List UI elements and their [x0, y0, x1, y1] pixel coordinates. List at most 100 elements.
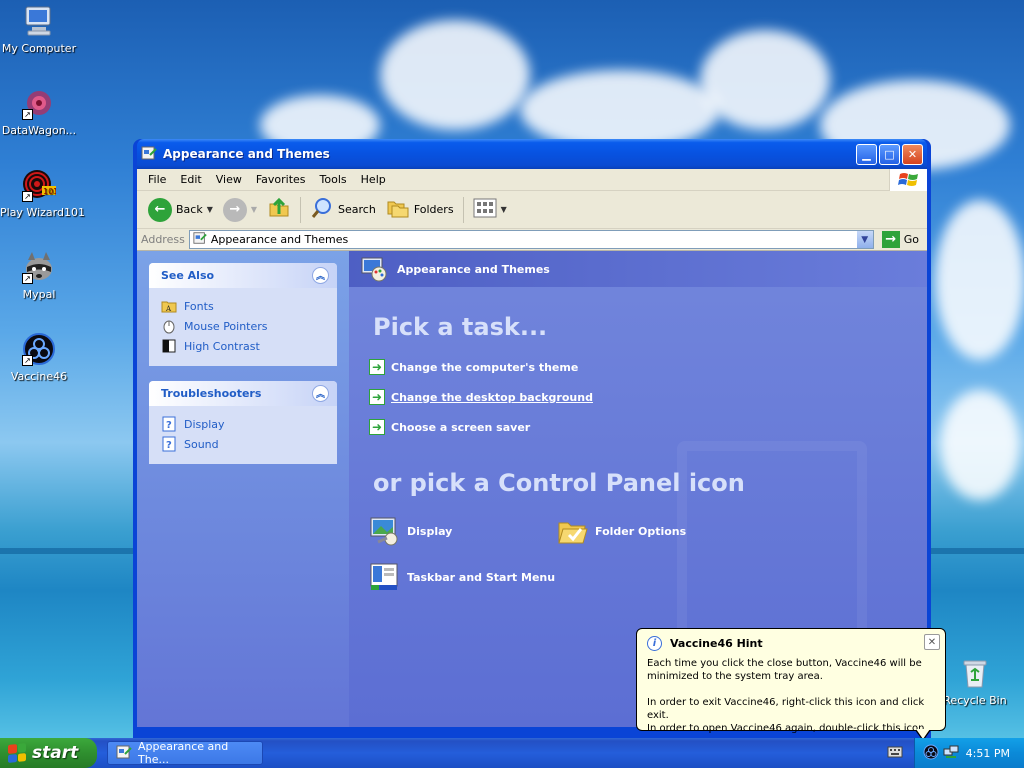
- display-icon: [369, 515, 401, 547]
- troubleshooters-panel: Troubleshooters ︽ ? Display ? Sound: [149, 381, 337, 464]
- see-also-panel: See Also ︽ A Fonts Mouse Pointers High C…: [149, 263, 337, 366]
- taskbar: start Appearance and The... 4:51 PM: [0, 738, 1024, 768]
- folders-button[interactable]: Folders: [381, 194, 459, 226]
- cp-icon-display[interactable]: Display: [369, 515, 452, 547]
- link-label: Mouse Pointers: [184, 319, 268, 333]
- desktop-icon-mypal[interactable]: ↗ Mypal: [0, 250, 78, 301]
- task-choose-screen-saver[interactable]: ➜ Choose a screen saver: [369, 419, 530, 435]
- maximize-button[interactable]: □: [879, 143, 900, 165]
- views-button[interactable]: ▼: [468, 194, 512, 226]
- clock[interactable]: 4:51 PM: [966, 747, 1010, 760]
- forward-button[interactable]: → ▼: [218, 194, 262, 226]
- menu-favorites[interactable]: Favorites: [249, 173, 313, 186]
- views-dropdown-icon: ▼: [500, 205, 507, 214]
- back-arrow-icon: ←: [148, 197, 172, 222]
- task-change-theme[interactable]: ➜ Change the computer's theme: [369, 359, 578, 375]
- svg-text:101: 101: [43, 187, 56, 196]
- collapse-chevron-icon[interactable]: ︽: [312, 267, 329, 284]
- link-troubleshoot-display[interactable]: ? Display: [161, 414, 325, 434]
- task-label: Choose a screen saver: [391, 420, 531, 434]
- task-pane: See Also ︽ A Fonts Mouse Pointers High C…: [137, 251, 349, 727]
- desktop-icon-wizard101[interactable]: 101 ↗ Play Wizard101: [0, 168, 85, 219]
- minimize-button[interactable]: ▁: [856, 143, 877, 165]
- contrast-icon: [161, 338, 177, 354]
- link-troubleshoot-sound[interactable]: ? Sound: [161, 434, 325, 454]
- collapse-chevron-icon[interactable]: ︽: [312, 385, 329, 402]
- back-dropdown-icon[interactable]: ▼: [207, 205, 213, 214]
- shortcut-arrow-icon: ↗: [22, 191, 33, 202]
- desktop-icon-recycle-bin[interactable]: Recycle Bin: [936, 656, 1014, 707]
- balloon-text-line3: In order to open Vaccine46 again, double…: [647, 723, 928, 734]
- start-label: start: [32, 743, 79, 763]
- balloon-title: Vaccine46 Hint: [670, 637, 763, 650]
- menu-help[interactable]: Help: [354, 173, 393, 186]
- cloud: [935, 200, 1024, 360]
- windows-flag-icon: [8, 743, 26, 763]
- desktop-icon-my-computer[interactable]: My Computer: [0, 4, 78, 55]
- cloud: [940, 390, 1020, 500]
- taskbar-button-appearance-themes[interactable]: Appearance and The...: [107, 740, 263, 766]
- cp-icon-folder-options[interactable]: Folder Options: [557, 515, 686, 547]
- link-high-contrast[interactable]: High Contrast: [161, 336, 325, 356]
- close-button[interactable]: ✕: [902, 143, 923, 165]
- balloon-close-button[interactable]: ✕: [924, 634, 940, 650]
- help-icon: ?: [161, 436, 177, 452]
- desktop-icon-vaccine46[interactable]: ↗ Vaccine46: [0, 332, 78, 383]
- folders-label: Folders: [413, 203, 454, 216]
- system-tray: 4:51 PM: [914, 738, 1024, 768]
- taskbar-icon: [369, 561, 401, 593]
- views-icon: [473, 197, 497, 222]
- go-button[interactable]: → Go: [878, 231, 923, 248]
- svg-text:?: ?: [166, 420, 172, 431]
- network-tray-icon[interactable]: [943, 744, 959, 763]
- back-button[interactable]: ← Back ▼: [143, 194, 218, 226]
- keyboard-language-icon[interactable]: [887, 745, 903, 759]
- link-mouse-pointers[interactable]: Mouse Pointers: [161, 316, 325, 336]
- toolbar: ← Back ▼ → ▼ Search Folders ▼: [137, 191, 927, 229]
- search-label: Search: [338, 203, 376, 216]
- window-title: Appearance and Themes: [163, 147, 330, 161]
- vaccine46-tray-icon[interactable]: [923, 744, 939, 763]
- up-button[interactable]: [262, 194, 296, 226]
- menu-tools[interactable]: Tools: [313, 173, 354, 186]
- see-also-header[interactable]: See Also ︽: [149, 263, 337, 288]
- desktop-icon-label: Play Wizard101: [0, 206, 85, 219]
- cp-icon-taskbar-start-menu[interactable]: Taskbar and Start Menu: [369, 561, 555, 593]
- forward-arrow-icon: →: [222, 197, 247, 222]
- menu-bar: File Edit View Favorites Tools Help: [137, 169, 927, 191]
- recycle-bin-icon: [958, 656, 992, 690]
- desktop-icon-datawagon[interactable]: ↗ DataWagon...: [0, 86, 78, 137]
- cp-icon-label: Display: [407, 524, 453, 538]
- link-fonts[interactable]: A Fonts: [161, 296, 325, 316]
- control-panel-folder-icon: [141, 145, 157, 164]
- address-input[interactable]: Appearance and Themes ▼: [188, 230, 874, 249]
- vaccine46-hint-balloon[interactable]: i Vaccine46 Hint ✕ Each time you click t…: [636, 628, 946, 741]
- search-button[interactable]: Search: [305, 194, 381, 226]
- vaccine46-biohazard-icon: ↗: [22, 332, 56, 366]
- see-also-title: See Also: [161, 269, 215, 282]
- task-arrow-icon: ➜: [369, 389, 385, 405]
- folders-icon: [386, 196, 410, 223]
- search-icon: [310, 196, 334, 223]
- minimize-icon: ▁: [862, 147, 871, 161]
- link-label: Display: [184, 417, 225, 431]
- start-button[interactable]: start: [0, 738, 97, 768]
- svg-text:?: ?: [166, 440, 172, 451]
- title-bar[interactable]: Appearance and Themes ▁ □ ✕: [137, 139, 927, 169]
- shortcut-arrow-icon: ↗: [22, 109, 33, 120]
- go-arrow-icon: →: [881, 231, 900, 248]
- address-dropdown-icon[interactable]: ▼: [856, 231, 873, 248]
- pick-icon-heading: or pick a Control Panel icon: [373, 469, 745, 497]
- menu-file[interactable]: File: [141, 173, 173, 186]
- troubleshooters-header[interactable]: Troubleshooters ︽: [149, 381, 337, 406]
- task-change-desktop-background[interactable]: ➜ Change the desktop background: [369, 389, 593, 405]
- mypal-raccoon-icon: ↗: [22, 250, 56, 284]
- address-bar: Address Appearance and Themes ▼ → Go: [137, 229, 927, 251]
- menu-edit[interactable]: Edit: [173, 173, 208, 186]
- taskbar-button-label: Appearance and The...: [138, 740, 229, 766]
- folder-options-icon: [557, 515, 589, 547]
- menu-view[interactable]: View: [209, 173, 249, 186]
- fonts-folder-icon: A: [161, 298, 177, 314]
- back-label: Back: [176, 203, 203, 216]
- windows-logo-icon: [889, 169, 927, 191]
